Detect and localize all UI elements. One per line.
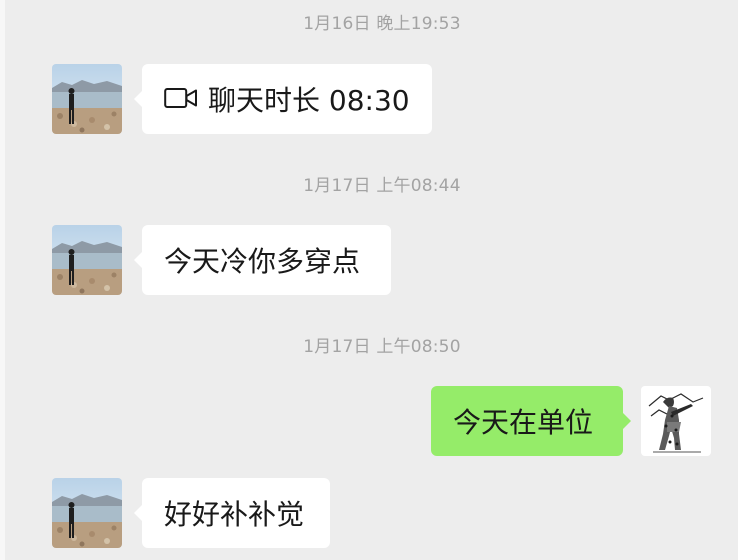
my-avatar[interactable] (641, 386, 711, 456)
message-bubble[interactable]: 好好补补觉 (134, 478, 330, 548)
video-call-icon (164, 83, 198, 116)
message-text: 今天冷你多穿点 (164, 245, 361, 278)
message-text: 今天在单位 (453, 406, 594, 439)
call-duration-text: 聊天时长 08:30 (208, 84, 410, 117)
timestamp: 1月16日 晚上19:53 (303, 14, 461, 34)
timestamp: 1月17日 上午08:44 (303, 176, 461, 196)
message-text: 好好补补觉 (164, 498, 305, 531)
message-bubble[interactable]: 今天冷你多穿点 (134, 225, 391, 295)
message-bubble-outgoing[interactable]: 今天在单位 (431, 386, 631, 456)
message-bubble-video-call[interactable]: 聊天时长 08:30 (134, 64, 432, 134)
contact-avatar[interactable] (52, 478, 122, 548)
contact-avatar[interactable] (52, 64, 122, 134)
timestamp: 1月17日 上午08:50 (303, 337, 461, 357)
left-edge (0, 0, 5, 560)
contact-avatar[interactable] (52, 225, 122, 295)
